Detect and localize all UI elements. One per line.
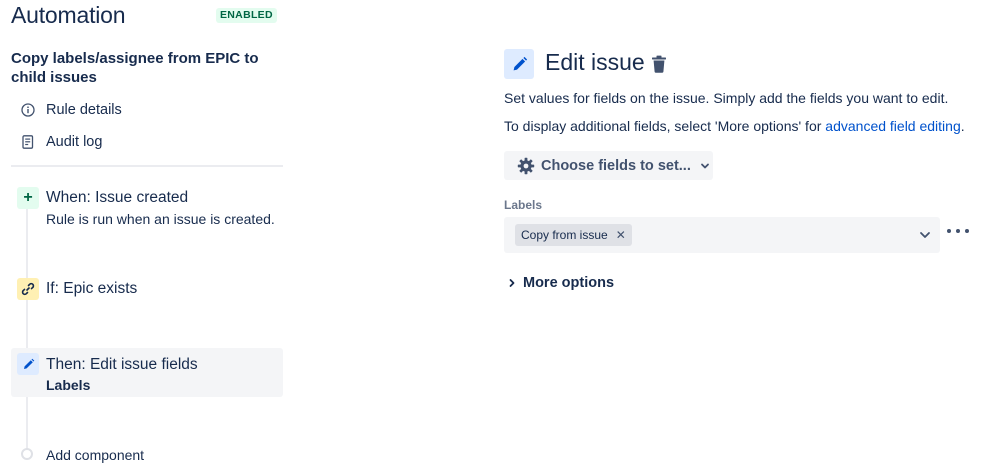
advanced-field-editing-link[interactable]: advanced field editing	[825, 118, 960, 134]
choose-fields-label: Choose fields to set...	[541, 157, 691, 174]
nav-rule-details[interactable]: Rule details	[21, 100, 122, 120]
more-actions-icon[interactable]	[947, 221, 969, 241]
label-chip-text: Copy from issue	[521, 228, 608, 242]
editor-description: Set values for fields on the issue. Simp…	[504, 90, 949, 106]
step-trigger-subtitle: Rule is run when an issue is created.	[46, 211, 275, 227]
labels-select[interactable]: Copy from issue ✕	[504, 217, 940, 253]
nav-audit-log[interactable]: Audit log	[21, 132, 102, 152]
step-action[interactable]: Then: Edit issue fields Labels	[11, 348, 283, 397]
labels-field-label: Labels	[504, 198, 543, 212]
step-condition-title: If: Epic exists	[46, 280, 138, 297]
document-icon	[21, 135, 35, 149]
edit-pencil-icon	[504, 49, 534, 79]
gear-icon	[517, 157, 535, 174]
step-trigger-title: When: Issue created	[46, 189, 189, 206]
info-icon	[21, 103, 35, 117]
rule-name: Copy labels/assignee from EPIC to child …	[11, 50, 259, 86]
advanced-hint-suffix: .	[960, 118, 965, 134]
step-trigger[interactable]: + When: Issue created Rule is run when a…	[11, 186, 283, 236]
empty-circle-icon	[21, 448, 33, 460]
trash-icon[interactable]	[651, 55, 667, 73]
advanced-hint-text: To display additional fields, select 'Mo…	[504, 118, 826, 134]
step-condition[interactable]: If: Epic exists	[11, 277, 283, 303]
step-action-subtitle: Labels	[46, 377, 91, 393]
link-icon	[17, 278, 39, 300]
remove-chip-icon[interactable]: ✕	[616, 228, 626, 242]
label-chip: Copy from issue ✕	[515, 224, 632, 246]
timeline-line	[26, 205, 28, 450]
chevron-down-icon[interactable]	[918, 228, 932, 242]
add-component-label: Add component	[46, 447, 145, 463]
choose-fields-button[interactable]: Choose fields to set...	[504, 151, 713, 180]
status-badge: ENABLED	[216, 8, 277, 23]
nav-rule-details-label: Rule details	[46, 102, 122, 118]
chevron-right-icon	[509, 279, 515, 287]
divider	[11, 165, 283, 167]
nav-audit-log-label: Audit log	[46, 134, 103, 150]
more-options-label: More options	[523, 275, 615, 291]
editor-title: Edit issue	[545, 49, 645, 75]
step-action-title: Then: Edit issue fields	[46, 356, 198, 373]
page-title: Automation	[11, 2, 126, 28]
plus-icon: +	[17, 187, 39, 209]
more-options-toggle[interactable]: More options	[507, 275, 614, 291]
pencil-icon	[17, 353, 39, 375]
chevron-down-icon	[700, 163, 709, 168]
add-component[interactable]: Add component	[11, 446, 283, 466]
editor-advanced-hint: To display additional fields, select 'Mo…	[504, 118, 965, 134]
